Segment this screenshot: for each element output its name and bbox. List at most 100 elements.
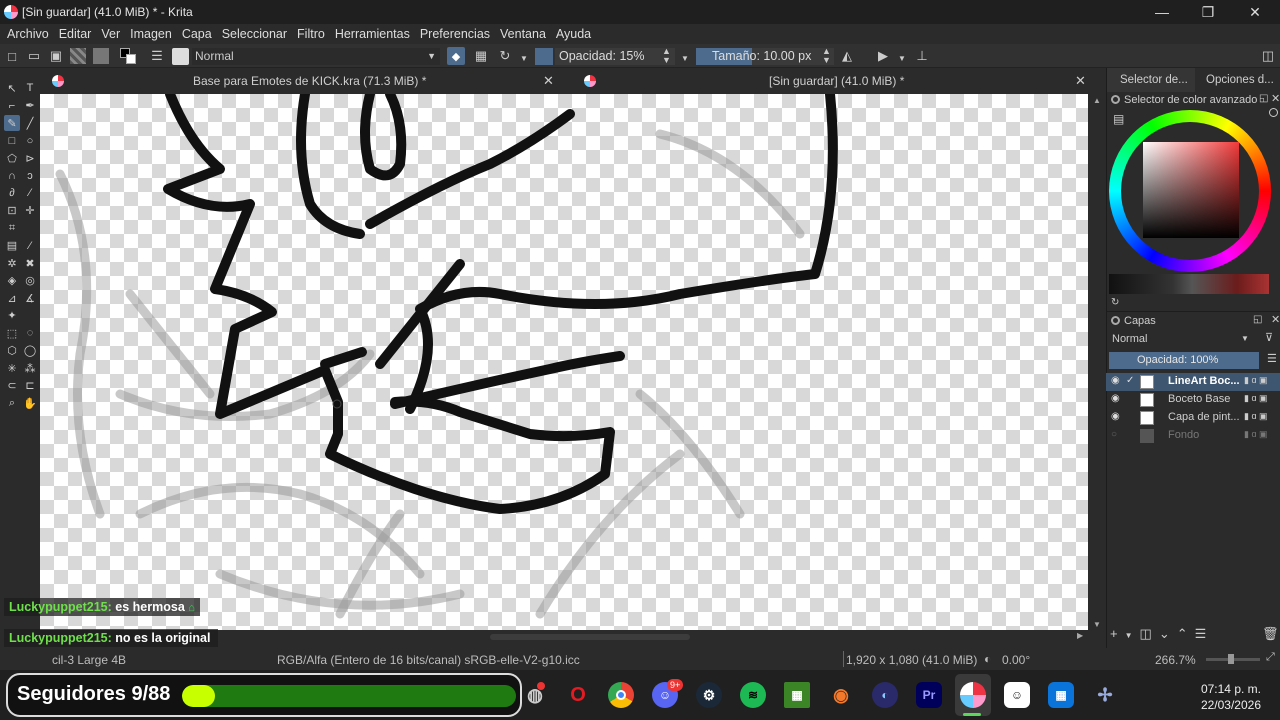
brush-settings-icon[interactable]: ☰ [148,47,166,65]
clock-date[interactable]: 22/03/2026 [1195,698,1261,712]
background-color-swatch[interactable] [126,54,136,64]
rect-select-icon[interactable]: ⬚ [4,325,20,341]
polyline-tool-icon[interactable]: ⊳ [22,150,38,166]
mirror-horizontal-icon[interactable]: ◭ [838,47,856,65]
fill-tool-icon[interactable]: ◈ [4,273,20,289]
similar-select-icon[interactable]: ⁂ [22,360,38,376]
bezier-select-icon[interactable]: ⊂ [4,378,20,394]
menu-filtro[interactable]: Filtro [297,27,325,41]
zoom-slider-handle[interactable] [1228,654,1234,664]
visibility-eye-icon[interactable]: ○ [1111,429,1117,440]
tab-base-emotes[interactable]: Base para Emotes de KICK.kra (71.3 MiB) … [193,68,426,94]
lock-icon[interactable]: ▮ ɑ ▣ [1244,393,1267,404]
color-wheel[interactable] [1109,110,1271,272]
menu-seleccionar[interactable]: Seleccionar [222,27,287,41]
lock-icon[interactable]: ▮ ɑ ▣ [1244,375,1267,386]
lock-icon[interactable]: ▮ ɑ ▣ [1244,411,1267,422]
close-panel-icon[interactable]: ✕ [1271,92,1280,105]
saturation-value-square[interactable] [1143,142,1239,238]
bezier-tool-icon[interactable]: ∩ [4,168,20,184]
menu-ayuda[interactable]: Ayuda [556,27,591,41]
panel-lock-icon[interactable] [1111,95,1120,104]
new-document-icon[interactable]: □ [3,47,21,65]
calligraphy-icon[interactable]: ✒ [22,98,38,114]
dynamic-brush-icon[interactable]: ∂ [4,185,20,201]
magnetic-select-icon[interactable]: ⊏ [22,378,38,394]
panel-lock-icon[interactable] [1111,316,1120,325]
ellipse-select-icon[interactable]: ◌ [22,325,38,341]
reload-preset-icon[interactable]: ↻ [496,47,514,65]
docker-toggle-icon[interactable]: ◫ [1259,47,1277,65]
brush-preset-icon[interactable] [172,48,189,65]
filter-icon[interactable]: ⊽ [1265,331,1273,344]
close-button[interactable]: ✕ [1232,0,1278,24]
spin-arrows-icon[interactable]: ▲ ▼ [822,47,831,65]
checkbox-icon[interactable]: ✓ [1126,375,1134,386]
wraparound-icon[interactable]: ⊥ [913,47,931,65]
preserve-alpha-icon[interactable]: ▦ [472,47,490,65]
multibrush-icon[interactable]: ⁄ [22,185,38,201]
scroll-right-icon[interactable]: ▶ [1077,631,1083,640]
menu-capa[interactable]: Capa [182,27,212,41]
rectangle-tool-icon[interactable]: □ [4,133,20,149]
menu-ventana[interactable]: Ventana [500,27,546,41]
bot-icon[interactable]: ✢ [1092,682,1118,708]
pattern-icon[interactable] [93,48,109,64]
spin-arrows-icon[interactable]: ▲ ▼ [662,47,671,65]
menu-archivo[interactable]: Archivo [7,27,49,41]
visibility-eye-icon[interactable]: ◉ [1111,411,1120,422]
layer-row[interactable]: ◉ Capa de pint... ▮ ɑ ▣ [1106,409,1280,427]
color-settings-icon[interactable]: ▤ [1113,112,1124,126]
cinema4d-icon[interactable]: ◐ [872,682,898,708]
menu-imagen[interactable]: Imagen [130,27,172,41]
contiguous-select-icon[interactable]: ✳ [4,360,20,376]
tab-sin-guardar[interactable]: [Sin guardar] (41.0 MiB) * [769,68,904,94]
rotation-icon[interactable]: ◐ [984,652,991,666]
edit-shapes-icon[interactable]: ⌐ [4,98,20,114]
mirror-vertical-icon[interactable]: ▶ [874,47,892,65]
move-down-icon[interactable]: ⌄ [1159,626,1177,641]
save-icon[interactable]: ▣ [47,47,65,65]
maximize-button[interactable]: ❐ [1185,0,1231,24]
opera-icon[interactable]: O [565,682,591,708]
blend-mode-select[interactable]: Normal ▼ [192,48,440,65]
properties-icon[interactable]: ☰ [1195,626,1214,641]
tab-close-icon[interactable]: ✕ [543,68,554,94]
chevron-down-icon[interactable]: ▼ [681,54,689,63]
fullscreen-icon[interactable]: ⤢ [1266,651,1275,664]
menu-editar[interactable]: Editar [59,27,92,41]
layer-blend-select[interactable]: Normal ▼ [1109,331,1249,347]
clock-time[interactable]: 07:14 p. m. [1195,682,1261,696]
float-panel-icon[interactable]: ◱ [1253,314,1262,325]
line-tool-icon[interactable]: ╱ [22,115,38,131]
open-folder-icon[interactable]: ▭ [25,47,43,65]
crop-tool-icon[interactable]: ⌗ [4,220,20,236]
move-up-icon[interactable]: ⌃ [1177,626,1195,641]
color-history-strip[interactable] [1109,274,1269,294]
zoom-tool-icon[interactable]: ⌕ [4,395,20,411]
size-slider[interactable]: Tamaño: 10.00 px [696,48,834,65]
measure-tool-icon[interactable]: ∡ [22,290,38,306]
chrome-icon[interactable] [608,682,634,708]
visibility-eye-icon[interactable]: ◉ [1111,393,1120,404]
store-icon[interactable]: ▦ [1048,682,1074,708]
layer-row[interactable]: ○ Fondo ▮ ɑ ▣ [1106,427,1280,445]
tab-tool-options[interactable]: Opciones d... [1206,68,1274,92]
layer-row[interactable]: ◉ Boceto Base ▮ ɑ ▣ [1106,391,1280,409]
opacity-slider[interactable]: Opacidad: 15% [555,48,675,65]
minecraft-icon[interactable]: ▦ [784,682,810,708]
drawing-canvas[interactable] [40,94,1088,630]
krita-taskbar-icon[interactable] [960,682,986,708]
add-layer-icon[interactable]: + [1110,626,1125,641]
blender-icon[interactable]: ◉ [828,682,854,708]
chevron-down-icon[interactable]: ▼ [1125,631,1140,640]
assistant-tool-icon[interactable]: ⊿ [4,290,20,306]
scroll-down-icon[interactable]: ▼ [1093,620,1101,629]
color-picker-icon[interactable]: ⁄ [22,238,38,254]
chevron-down-icon[interactable]: ▼ [898,54,906,63]
eraser-icon[interactable]: ◆ [447,47,465,65]
select-shapes-icon[interactable]: ↖ [4,80,20,96]
chat-app-icon[interactable]: ☺ [1004,682,1030,708]
pan-tool-icon[interactable]: ✋ [22,395,38,411]
layer-row[interactable]: ◉ ✓ LineArt Boc... ▮ ɑ ▣ [1106,373,1280,391]
